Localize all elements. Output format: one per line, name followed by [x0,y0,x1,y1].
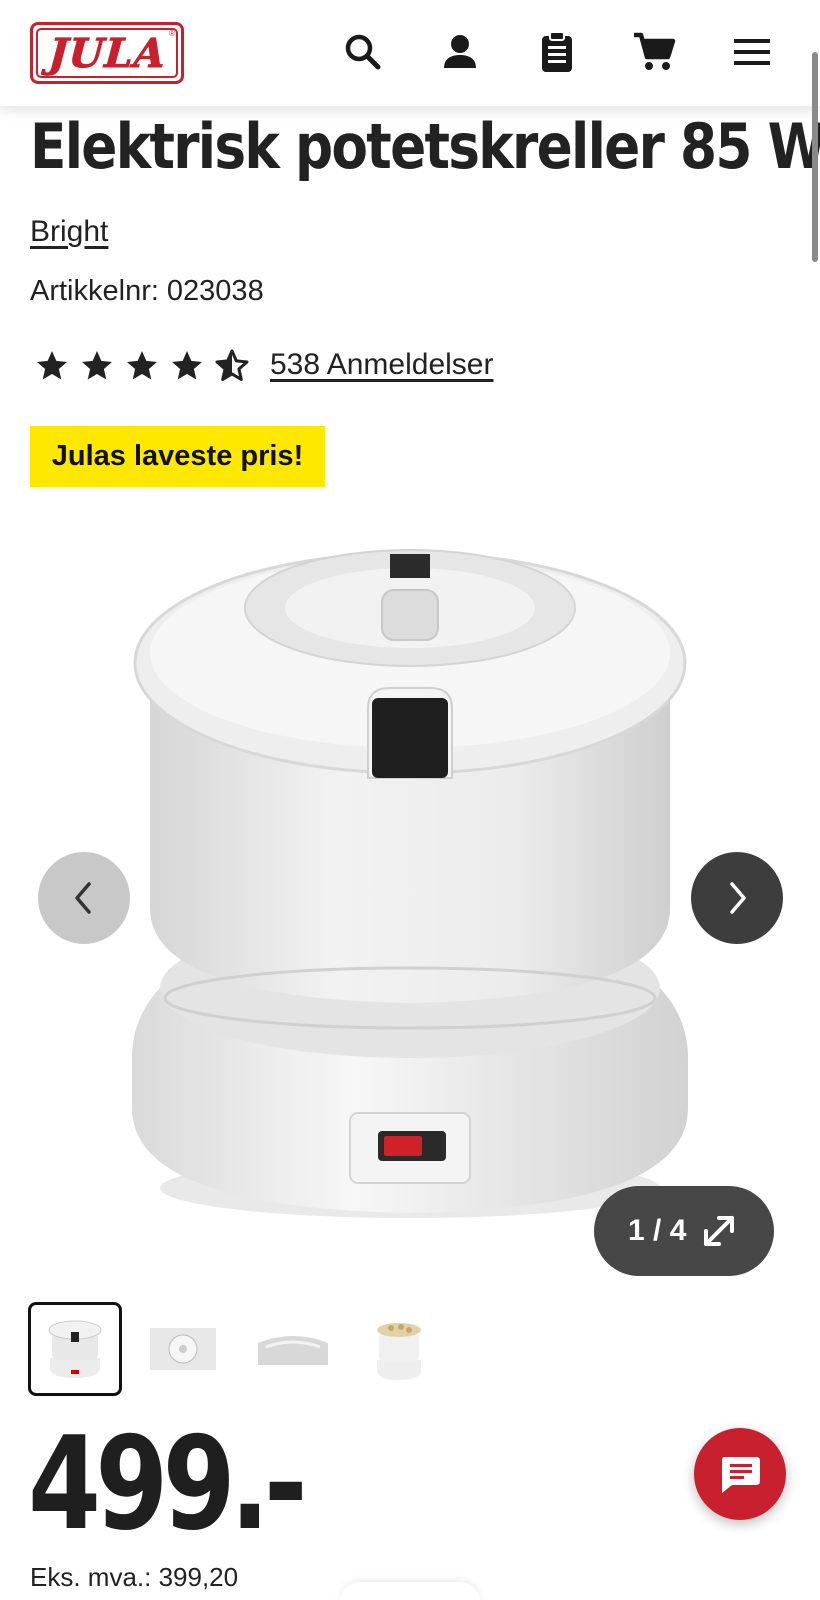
previous-image-button[interactable] [38,852,130,944]
chat-button[interactable] [694,1428,786,1520]
page-scrollbar[interactable] [812,52,818,262]
next-image-button[interactable] [691,852,783,944]
thumbnail-image [258,1336,328,1365]
article-number: Artikkelnr: 023038 [30,275,264,308]
product-title: Elektrisk potetskreller 85 W [30,110,820,183]
star-half-icon [215,349,249,381]
star-rating [34,344,259,388]
expand-icon [704,1216,734,1246]
reviews-link[interactable]: 538 Anmeldelser [270,348,493,382]
thumbnail-image [150,1328,216,1370]
chevron-left-icon [75,882,91,914]
product-price: 499.- [28,1410,308,1559]
site-header: JULA ® [0,0,820,106]
price-ex-vat: Eks. mva.: 399,20 [30,1562,239,1592]
logo-frame: JULA [36,28,178,78]
gallery-thumbnail[interactable] [352,1302,446,1396]
jula-logo[interactable]: JULA ® [30,22,184,84]
gallery-thumbnail[interactable] [28,1302,122,1396]
logo-registered-mark: ® [169,29,175,38]
star-full-icon [172,351,202,380]
gallery-thumbnail[interactable] [136,1302,230,1396]
lowest-price-badge: Julas laveste pris! [30,426,325,487]
brand-link[interactable]: Bright [30,215,108,249]
image-counter: 1 / 4 [628,1214,687,1247]
star-full-icon [82,351,112,380]
article-number-label: Artikkelnr: [30,275,159,307]
product-image[interactable] [120,548,700,1238]
chevron-right-icon [730,882,746,914]
thumbnail-image [48,1320,102,1378]
article-number-value: 023038 [166,275,264,307]
search-icon[interactable] [339,28,387,76]
gallery-thumbnail[interactable] [246,1302,340,1396]
account-icon[interactable] [436,28,484,76]
image-counter-fullscreen-button[interactable]: 1 / 4 [594,1186,774,1276]
cart-icon[interactable] [630,28,678,76]
star-full-icon [127,351,157,380]
menu-icon[interactable] [728,28,776,76]
logo-text: JULA [46,29,168,77]
list-icon[interactable] [533,28,581,76]
chat-icon [722,1457,760,1493]
bottom-floating-pill[interactable] [340,1582,480,1600]
star-full-icon [37,351,67,380]
thumbnail-image [377,1323,421,1380]
